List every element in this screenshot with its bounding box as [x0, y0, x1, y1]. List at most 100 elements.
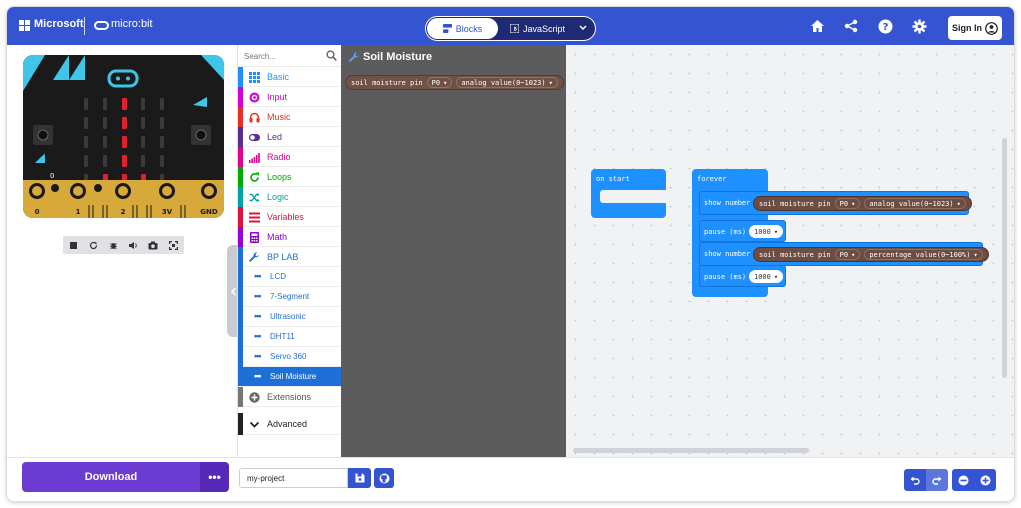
- flyout-soil-moisture-block[interactable]: soil moisture pin P0 ▾ analog value(0~102…: [345, 75, 564, 90]
- flyout-title: Soil Moisture: [363, 51, 433, 63]
- statement-label: pause (ms): [704, 273, 747, 281]
- show-number-block[interactable]: show number soil moisture pin P0 ▾ percen…: [699, 242, 989, 266]
- led-on: [122, 117, 127, 129]
- category-label: Variables: [267, 212, 304, 222]
- tab-javascript[interactable]: JavaScript: [510, 18, 570, 39]
- mode-dropdown[interactable]: analog value(0~1023) ▾: [456, 77, 558, 88]
- subcategory-7-segment[interactable]: ••• 7-Segment: [238, 287, 342, 307]
- mode-value: analog value(0~1023): [461, 78, 546, 87]
- fullscreen-icon[interactable]: [163, 236, 183, 254]
- led-off: [160, 117, 164, 129]
- pin-label-1: 1: [76, 208, 81, 216]
- category-label: Led: [267, 132, 283, 142]
- pin-label-2: 2: [121, 208, 126, 216]
- shuffle-icon: [249, 192, 260, 203]
- settings-icon[interactable]: [911, 18, 927, 34]
- subcategory-lcd[interactable]: ••• LCD: [238, 267, 342, 287]
- product-name[interactable]: micro:bit: [111, 18, 153, 30]
- dropdown-arrow-icon: ▾: [973, 250, 978, 259]
- led-off: [141, 136, 145, 148]
- toggle-icon: [249, 134, 260, 141]
- block-text: soil moisture pin: [759, 199, 831, 208]
- tab-blocks[interactable]: Blocks: [427, 18, 498, 39]
- screenshot-icon[interactable]: [143, 236, 163, 254]
- stop-icon[interactable]: [63, 236, 83, 254]
- download-button[interactable]: Download: [22, 462, 200, 492]
- category-input[interactable]: Input: [238, 87, 342, 107]
- debug-icon[interactable]: [103, 236, 123, 254]
- category-advanced[interactable]: Advanced: [238, 413, 342, 435]
- zoom-in-button[interactable]: [974, 469, 996, 491]
- category-color-bar: [238, 227, 243, 247]
- category-color-bar: [238, 207, 243, 227]
- pin-label-3v: 3V: [162, 208, 173, 216]
- category-led[interactable]: Led: [238, 127, 342, 147]
- github-icon: [379, 473, 389, 483]
- zoom-out-button[interactable]: [952, 469, 974, 491]
- category-basic[interactable]: Basic: [238, 67, 342, 87]
- tab-blocks-label: Blocks: [455, 23, 483, 34]
- category-radio[interactable]: Radio: [238, 147, 342, 167]
- category-color-bar: [238, 187, 243, 207]
- chevron-left-icon: [230, 286, 236, 296]
- undo-button[interactable]: [904, 469, 926, 491]
- code-workspace[interactable]: on start forever show number soil moistu…: [566, 45, 1014, 457]
- github-button[interactable]: [374, 468, 394, 488]
- category-loops[interactable]: Loops: [238, 167, 342, 187]
- project-name-input[interactable]: [239, 468, 348, 488]
- block-text: soil moisture pin: [351, 78, 423, 87]
- soil-moisture-reporter[interactable]: soil moisture pin P0 ▾ analog value(0~102…: [753, 196, 972, 211]
- download-options-button[interactable]: •••: [200, 462, 229, 492]
- subcategory-label: Ultrasonic: [270, 312, 306, 321]
- help-icon[interactable]: ?: [877, 18, 893, 34]
- soil-moisture-reporter[interactable]: soil moisture pin P0 ▾ percentage value(0…: [753, 247, 989, 262]
- mode-dropdown[interactable]: analog value(0~1023) ▾: [864, 198, 966, 209]
- led-off: [141, 155, 145, 167]
- simulator-panel: A B 0 1 2 3V GND 0: [7, 45, 239, 457]
- simulator-toolbar: [63, 236, 184, 254]
- category-color-bar: [238, 87, 243, 107]
- horizontal-scrollbar[interactable]: [573, 448, 809, 453]
- vertical-scrollbar[interactable]: [1002, 138, 1007, 378]
- on-start-block[interactable]: on start: [591, 169, 666, 218]
- pin-dropdown[interactable]: P0 ▾: [834, 249, 861, 260]
- pause-block[interactable]: pause (ms) 1000 ▾: [699, 220, 786, 242]
- redo-button[interactable]: [926, 469, 948, 491]
- pause-value-dropdown[interactable]: 1000 ▾: [749, 270, 784, 283]
- mode-dropdown[interactable]: percentage value(0~100%) ▾: [864, 249, 983, 260]
- show-number-block[interactable]: show number soil moisture pin P0 ▾ analog…: [699, 191, 972, 215]
- sign-in-button[interactable]: Sign In: [948, 16, 1002, 40]
- home-icon[interactable]: [809, 18, 825, 34]
- category-extensions[interactable]: Extensions: [238, 387, 342, 407]
- chevron-down-icon[interactable]: [578, 22, 588, 32]
- save-button[interactable]: [348, 468, 371, 488]
- category-music[interactable]: Music: [238, 107, 342, 127]
- svg-text:?: ?: [882, 22, 888, 33]
- category-variables[interactable]: Variables: [238, 207, 342, 227]
- tab-javascript-label: JavaScript: [523, 23, 566, 34]
- search-icon[interactable]: [326, 50, 337, 61]
- subcategory-soil-moisture[interactable]: ••• Soil Moisture: [238, 367, 342, 387]
- share-icon[interactable]: [843, 18, 859, 34]
- search-input[interactable]: [244, 49, 322, 63]
- led-off: [84, 136, 88, 148]
- microbit-board[interactable]: A B 0 1 2 3V GND 0: [23, 55, 224, 218]
- dropdown-arrow-icon: ▾: [956, 199, 961, 208]
- pin-dropdown[interactable]: P0 ▾: [426, 77, 453, 88]
- wrench-icon: [349, 52, 359, 62]
- pin-dropdown[interactable]: P0 ▾: [834, 198, 861, 209]
- more-dots-icon: •••: [254, 291, 262, 301]
- category-bp-lab[interactable]: BP LAB: [238, 247, 342, 267]
- restart-icon[interactable]: [83, 236, 103, 254]
- sound-icon[interactable]: [123, 236, 143, 254]
- pause-value-dropdown[interactable]: 1000 ▾: [749, 225, 784, 238]
- category-logic[interactable]: Logic: [238, 187, 342, 207]
- subcategory-servo-360[interactable]: ••• Servo 360: [238, 347, 342, 367]
- subcategory-dht11[interactable]: ••• DHT11: [238, 327, 342, 347]
- pin-label-0: 0: [35, 208, 40, 216]
- category-math[interactable]: Math: [238, 227, 342, 247]
- subcategory-ultrasonic[interactable]: ••• Ultrasonic: [238, 307, 342, 327]
- pin-value: P0: [839, 199, 849, 208]
- on-start-label: on start: [596, 175, 630, 183]
- pause-block[interactable]: pause (ms) 1000 ▾: [699, 265, 786, 287]
